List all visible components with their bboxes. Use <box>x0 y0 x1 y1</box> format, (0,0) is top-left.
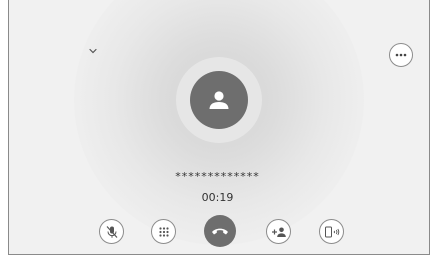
add-call-button[interactable] <box>266 219 291 244</box>
end-call-button[interactable] <box>204 215 236 247</box>
microphone-muted-icon <box>106 225 117 238</box>
keypad-button[interactable] <box>151 219 176 244</box>
collapse-button[interactable] <box>84 42 102 60</box>
audio-source-button[interactable] <box>319 219 344 244</box>
person-icon <box>209 91 229 109</box>
caller-number: ************* <box>175 170 260 183</box>
more-options-button[interactable] <box>389 43 413 67</box>
call-timer: 00:19 <box>201 191 234 204</box>
contact-avatar <box>190 71 248 129</box>
dialpad-icon <box>158 226 169 237</box>
chevron-down-icon <box>89 48 97 54</box>
add-person-icon <box>271 227 286 237</box>
phone-hang-up-icon <box>212 228 228 235</box>
phone-audio-icon <box>324 226 339 237</box>
more-options-icon <box>395 53 407 57</box>
call-panel: ************* 00:19 <box>8 0 430 255</box>
call-screen: ************* 00:19 <box>0 0 433 259</box>
mute-button[interactable] <box>99 219 124 244</box>
